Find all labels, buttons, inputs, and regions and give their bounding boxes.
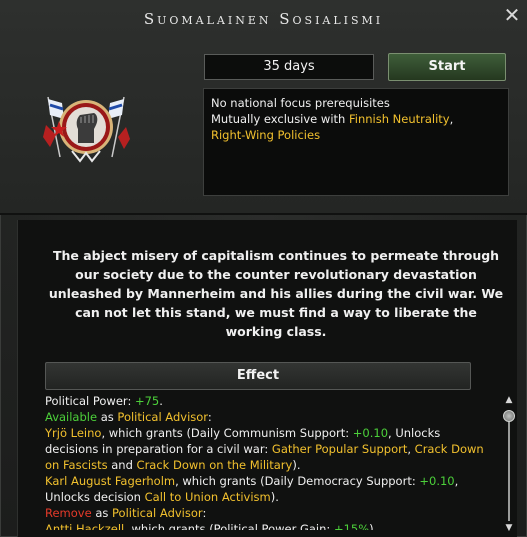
scroll-track[interactable] <box>508 413 510 521</box>
exclusive-focus-right-wing-policies[interactable]: Right-Wing Policies <box>211 127 501 143</box>
decision-link[interactable]: Gather Popular Support <box>272 442 407 456</box>
advisor-name[interactable]: Karl August Fagerholm <box>45 474 175 488</box>
political-advisor-label: Political Advisor <box>112 506 203 520</box>
advisor-text: , which grants (Political Power Gain: <box>124 522 334 530</box>
prerequisites-box: No national focus prerequisites Mutually… <box>203 88 509 196</box>
focus-duration: 35 days <box>204 54 374 80</box>
political-power-value: +75 <box>134 394 160 408</box>
close-button[interactable]: ✕ <box>501 4 523 26</box>
advisor-name[interactable]: Antti Hackzell <box>45 522 124 530</box>
exclusive-separator: , <box>449 112 454 126</box>
mutually-exclusive-line: Mutually exclusive with Finnish Neutrali… <box>211 111 501 127</box>
effect-list[interactable]: Political Power: +75. Available as Polit… <box>45 393 495 530</box>
advisor-value: +15% <box>333 522 370 530</box>
effect-advisor-yrjo-leino: Yrjö Leino, which grants (Daily Communis… <box>45 425 495 473</box>
colon: : <box>202 506 207 520</box>
as-text: as <box>97 410 118 424</box>
effect-remove-advisor: Remove as Political Advisor: <box>45 505 495 521</box>
decision-link[interactable]: Crack Down on the Military <box>137 458 293 472</box>
focus-window: Suomalainen Sosialismi ✕ 35 days Start N… <box>0 0 527 537</box>
focus-description: The abject misery of capitalism continue… <box>48 248 504 339</box>
effect-political-power: Political Power: +75. <box>45 393 495 409</box>
advisor-end: ). <box>369 522 378 530</box>
start-button[interactable]: Start <box>388 53 506 81</box>
advisor-value: +0.10 <box>419 474 455 488</box>
advisor-name[interactable]: Yrjö Leino <box>45 426 101 440</box>
colon: : <box>207 410 212 424</box>
effect-scrollbar[interactable]: ▲ ▼ <box>503 395 515 533</box>
clenched-fist-emblem-icon <box>43 96 130 163</box>
window-title: Suomalainen Sosialismi <box>143 10 384 28</box>
exclusive-prefix: Mutually exclusive with <box>211 112 349 126</box>
effect-advisor-fagerholm: Karl August Fagerholm, which grants (Dai… <box>45 473 495 505</box>
available-label: Available <box>45 410 98 424</box>
advisor-end: ). <box>292 458 301 472</box>
advisor-text: , which grants (Daily Communism Support: <box>101 426 353 440</box>
prerequisites-line: No national focus prerequisites <box>211 96 390 110</box>
and-text: and <box>107 458 137 472</box>
effect-header: Effect <box>45 362 471 390</box>
scroll-thumb[interactable] <box>503 410 515 422</box>
remove-label: Remove <box>45 506 92 520</box>
effect-advisor-hackzell: Antti Hackzell, which grants (Political … <box>45 521 495 530</box>
separator: , <box>407 442 415 456</box>
effect-available-advisor: Available as Political Advisor: <box>45 409 495 425</box>
advisor-text: , which grants (Daily Democracy Support: <box>175 474 420 488</box>
decision-link[interactable]: Call to Union Activism <box>145 490 271 504</box>
advisor-end: ). <box>270 490 279 504</box>
advisor-value: +0.10 <box>352 426 389 440</box>
scroll-down-icon[interactable]: ▼ <box>503 523 515 533</box>
political-power-label: Political Power: <box>45 394 135 408</box>
close-icon: ✕ <box>503 3 521 27</box>
as-text: as <box>91 506 113 520</box>
exclusive-focus-finnish-neutrality[interactable]: Finnish Neutrality <box>349 112 450 126</box>
political-advisor-label: Political Advisor <box>117 410 208 424</box>
political-power-end: . <box>159 394 163 408</box>
scroll-up-icon[interactable]: ▲ <box>503 395 515 405</box>
